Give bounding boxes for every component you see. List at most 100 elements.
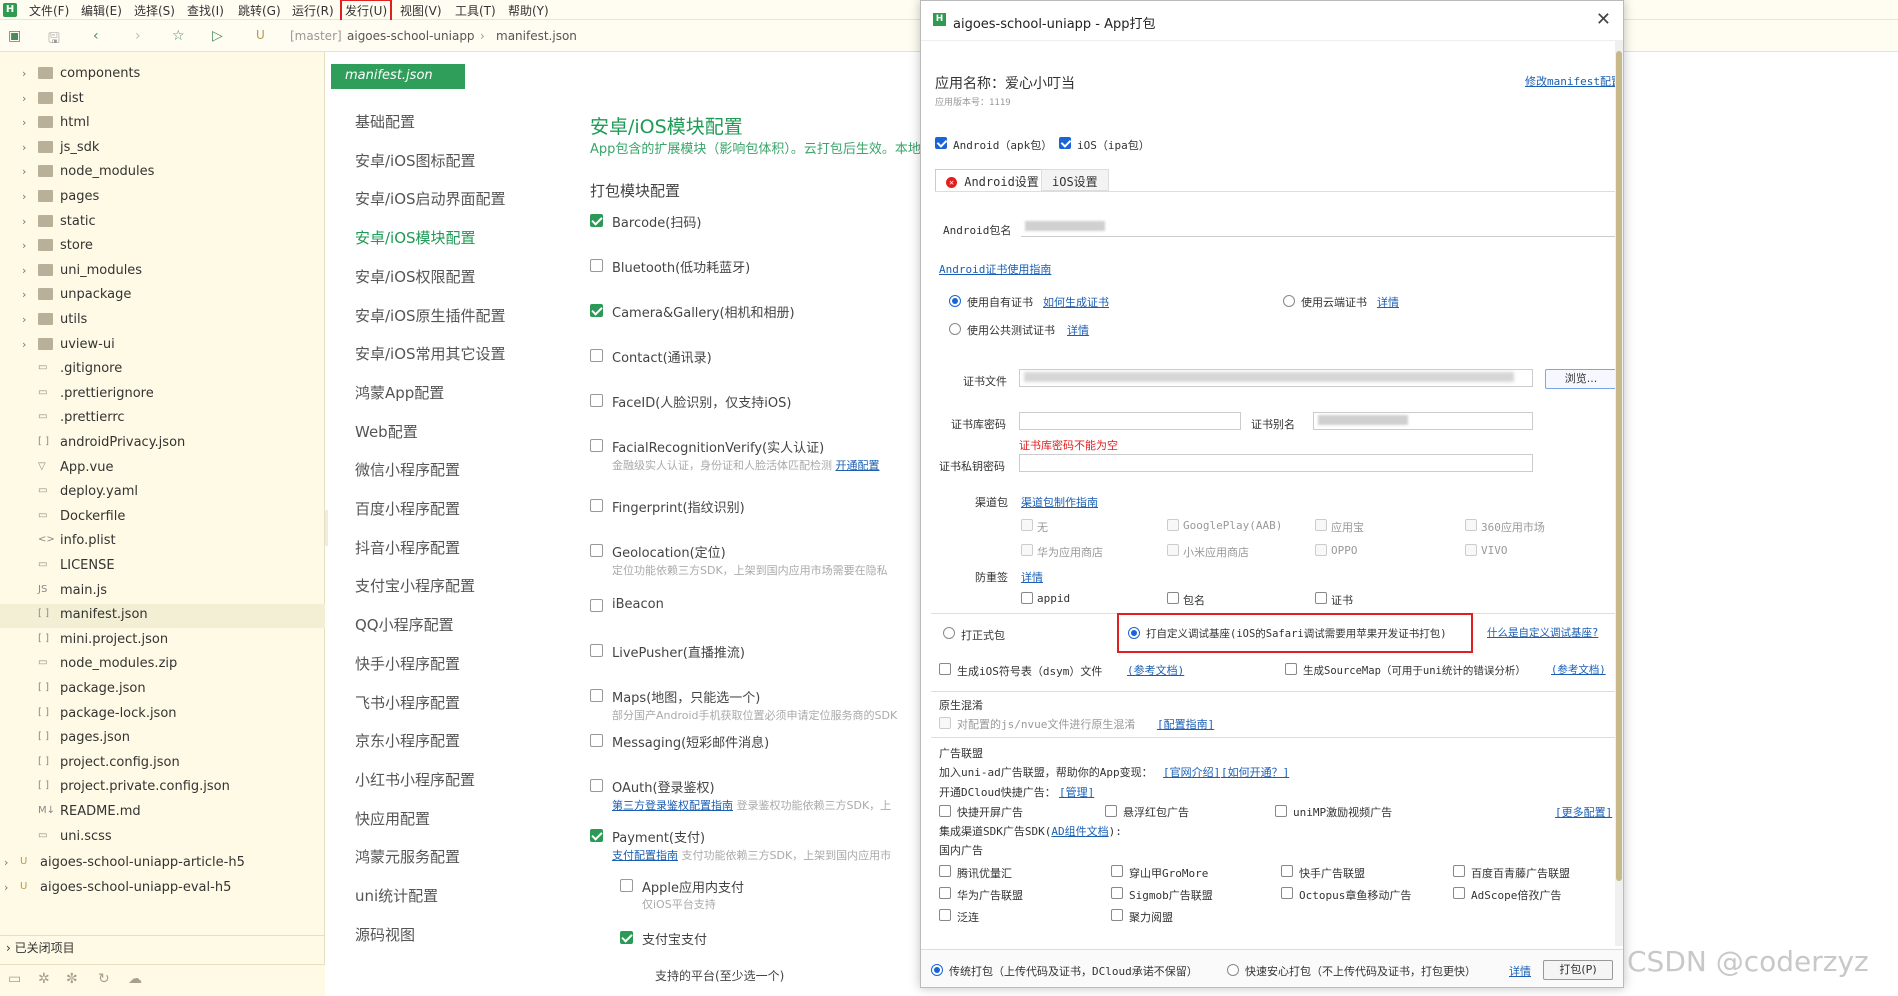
chevron-right-icon[interactable]: › bbox=[22, 288, 26, 301]
channel-guide-link[interactable]: 渠道包制作指南 bbox=[1021, 494, 1098, 510]
nav-item[interactable]: 基础配置 bbox=[355, 111, 415, 132]
tree-file[interactable]: [ ] package-lock.json bbox=[0, 703, 325, 727]
ad-sdk-checkbox[interactable] bbox=[1281, 865, 1293, 877]
tab-android-settings[interactable]: ✕ Android设置 bbox=[935, 169, 1050, 191]
ad-sdk-checkbox[interactable] bbox=[1111, 865, 1123, 877]
private-key-password-input[interactable] bbox=[1019, 454, 1533, 472]
tree-file[interactable]: [ ] project.config.json bbox=[0, 752, 325, 776]
ad-video-checkbox[interactable] bbox=[1275, 805, 1287, 817]
menu-run[interactable]: 运行(R) bbox=[292, 2, 334, 19]
fast-pack-radio[interactable] bbox=[1227, 964, 1239, 976]
plugin-icon[interactable]: ✼ bbox=[66, 971, 78, 987]
ad-sdk-checkbox[interactable] bbox=[1453, 865, 1465, 877]
chevron-right-icon[interactable]: › bbox=[4, 856, 8, 869]
cert-alias-input[interactable] bbox=[1313, 412, 1533, 430]
ad-more-config-link[interactable]: [更多配置] bbox=[1555, 804, 1612, 820]
release-radio[interactable] bbox=[943, 627, 955, 639]
module-checkbox[interactable] bbox=[590, 734, 603, 747]
ad-intro-link[interactable]: [官网介绍] bbox=[1163, 764, 1220, 780]
chevron-right-icon[interactable]: › bbox=[22, 141, 26, 154]
ad-sdk-checkbox[interactable] bbox=[939, 887, 951, 899]
tree-folder[interactable]: › js_sdk bbox=[0, 137, 325, 161]
tree-file[interactable]: JS main.js bbox=[0, 580, 325, 604]
tree-file[interactable]: ▭ LICENSE bbox=[0, 555, 325, 579]
tree-file[interactable]: [ ] androidPrivacy.json bbox=[0, 432, 325, 456]
menu-help[interactable]: 帮助(Y) bbox=[508, 2, 549, 19]
menu-edit[interactable]: 编辑(E) bbox=[81, 2, 122, 19]
tree-folder[interactable]: › static bbox=[0, 211, 325, 235]
nav-item[interactable]: 源码视图 bbox=[355, 924, 415, 945]
tree-file[interactable]: ▭ .gitignore bbox=[0, 358, 325, 382]
back-icon[interactable]: ‹ bbox=[93, 28, 99, 44]
scrollbar-thumb[interactable] bbox=[1616, 51, 1622, 881]
chevron-right-icon[interactable]: › bbox=[22, 338, 26, 351]
module-note-link[interactable]: 第三方登录鉴权配置指南 bbox=[612, 799, 733, 812]
ad-how-link[interactable]: [如何开通？] bbox=[1221, 764, 1289, 780]
pack-button[interactable]: 打包(P) bbox=[1543, 960, 1613, 980]
menu-select[interactable]: 选择(S) bbox=[134, 2, 175, 19]
traditional-pack-radio[interactable] bbox=[931, 964, 943, 976]
channel-checkbox[interactable] bbox=[1021, 544, 1033, 556]
anti-package-checkbox[interactable] bbox=[1167, 592, 1179, 604]
ad-sdk-checkbox[interactable] bbox=[1111, 887, 1123, 899]
anti-cert-checkbox[interactable] bbox=[1315, 592, 1327, 604]
tree-file[interactable]: ▭ Dockerfile bbox=[0, 506, 325, 530]
tab-ios-settings[interactable]: iOS设置 bbox=[1041, 169, 1109, 191]
breadcrumb-file[interactable]: manifest.json bbox=[496, 29, 577, 43]
chevron-right-icon[interactable]: › bbox=[4, 881, 8, 894]
ad-splash-checkbox[interactable] bbox=[939, 805, 951, 817]
close-icon[interactable]: ✕ bbox=[1596, 9, 1611, 30]
menu-find[interactable]: 查找(I) bbox=[187, 2, 224, 19]
tree-file[interactable]: M↓ README.md bbox=[0, 801, 325, 825]
ad-manage-link[interactable]: [管理] bbox=[1059, 784, 1094, 800]
tree-folder[interactable]: › html bbox=[0, 112, 325, 136]
chevron-right-icon[interactable]: › bbox=[22, 116, 26, 129]
nav-item[interactable]: 安卓/iOS启动界面配置 bbox=[355, 188, 506, 209]
channel-checkbox[interactable] bbox=[1021, 519, 1033, 531]
nav-item[interactable]: 安卓/iOS模块配置 bbox=[355, 227, 476, 248]
ad-sdk-checkbox[interactable] bbox=[939, 865, 951, 877]
module-checkbox[interactable] bbox=[590, 544, 603, 557]
tree-folder[interactable]: › pages bbox=[0, 186, 325, 210]
nav-item[interactable]: 快手小程序配置 bbox=[355, 653, 460, 674]
anti-resign-detail-link[interactable]: 详情 bbox=[1021, 569, 1043, 585]
sourcemap-doc-link[interactable]: (参考文档) bbox=[1551, 662, 1606, 677]
tree-file[interactable]: [ ] package.json bbox=[0, 678, 325, 702]
nav-item[interactable]: 安卓/iOS原生插件配置 bbox=[355, 305, 506, 326]
tree-file[interactable]: [ ] manifest.json bbox=[0, 604, 325, 629]
tree-project[interactable]: › Uaigoes-school-uniapp-article-h5 bbox=[0, 852, 325, 876]
new-file-icon[interactable]: ▣ bbox=[8, 28, 21, 44]
chevron-right-icon[interactable]: › bbox=[22, 190, 26, 203]
tree-folder[interactable]: › store bbox=[0, 235, 325, 259]
dialog-scrollbar[interactable] bbox=[1615, 41, 1623, 946]
tree-folder[interactable]: › dist bbox=[0, 88, 325, 112]
save-icon[interactable]: 🖫 bbox=[48, 28, 60, 52]
tree-file[interactable]: [ ] pages.json bbox=[0, 727, 325, 751]
package-name-input[interactable] bbox=[1021, 219, 1623, 237]
nav-item[interactable]: Web配置 bbox=[355, 421, 418, 442]
nav-item[interactable]: 飞书小程序配置 bbox=[355, 692, 460, 713]
tree-file[interactable]: [ ] mini.project.json bbox=[0, 629, 325, 653]
module-checkbox[interactable] bbox=[590, 499, 603, 512]
tree-folder[interactable]: › uview-ui bbox=[0, 334, 325, 358]
cloud-icon[interactable]: ☁ bbox=[128, 971, 142, 987]
dsym-doc-link[interactable]: (参考文档) bbox=[1127, 662, 1184, 678]
menu-view[interactable]: 视图(V) bbox=[400, 2, 442, 19]
obfuscation-checkbox[interactable] bbox=[939, 717, 951, 729]
module-checkbox[interactable] bbox=[590, 644, 603, 657]
closed-projects[interactable]: › 已关闭项目 bbox=[0, 935, 325, 957]
chevron-right-icon[interactable]: › bbox=[22, 165, 26, 178]
sdk-doc-link[interactable]: AD组件文档 bbox=[1051, 825, 1108, 838]
dsym-checkbox[interactable] bbox=[939, 663, 951, 675]
public-cert-radio[interactable] bbox=[949, 323, 961, 335]
nav-item[interactable]: QQ小程序配置 bbox=[355, 614, 454, 635]
sourcemap-checkbox[interactable] bbox=[1285, 663, 1297, 675]
menu-publish[interactable]: 发行(U) bbox=[340, 0, 393, 22]
chevron-right-icon[interactable]: › bbox=[22, 264, 26, 277]
ad-sdk-checkbox[interactable] bbox=[1281, 887, 1293, 899]
ad-sdk-checkbox[interactable] bbox=[1453, 887, 1465, 899]
nav-item[interactable]: 微信小程序配置 bbox=[355, 459, 460, 480]
nav-item[interactable]: 京东小程序配置 bbox=[355, 730, 460, 751]
tree-project[interactable]: › Uaigoes-school-uniapp-eval-h5 bbox=[0, 877, 325, 901]
cert-guide-link[interactable]: Android证书使用指南 bbox=[939, 261, 1051, 277]
